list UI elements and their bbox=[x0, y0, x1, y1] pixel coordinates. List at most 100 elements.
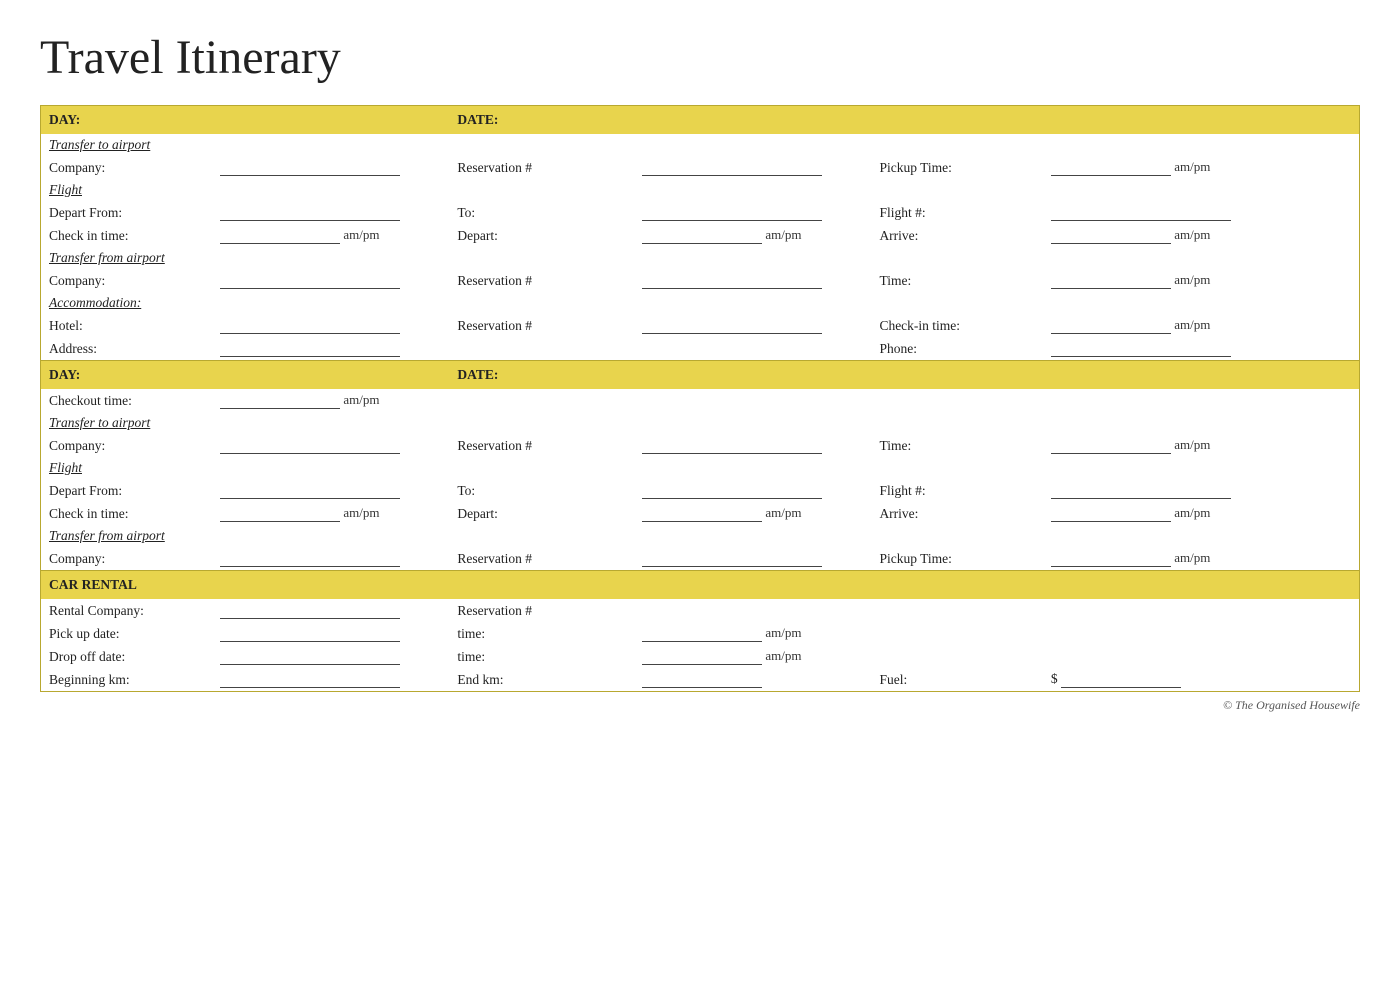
company-label-2: Company: bbox=[41, 434, 212, 457]
transfer-from-airport-1-title: Transfer from airport bbox=[41, 247, 1360, 269]
arrive-label-1: Arrive: bbox=[871, 224, 1042, 247]
time-label-1: Time: bbox=[871, 269, 1042, 292]
date-label-2: DATE: bbox=[449, 361, 1359, 390]
check-in-time-field-2[interactable]: am/pm bbox=[212, 502, 449, 525]
transfer-from-airport-1-fields: Company: Reservation # Time: am/pm bbox=[41, 269, 1360, 292]
time-field-1[interactable]: am/pm bbox=[1043, 269, 1360, 292]
depart-field-1[interactable]: am/pm bbox=[634, 224, 871, 247]
company2-label-2: Company: bbox=[41, 547, 212, 571]
reservation-field-2[interactable] bbox=[634, 434, 871, 457]
transfer-airport-1-title: Transfer to airport bbox=[41, 134, 1360, 156]
depart-label-2: Depart: bbox=[449, 502, 634, 525]
depart-field-2[interactable]: am/pm bbox=[634, 502, 871, 525]
to-label-2: To: bbox=[449, 479, 634, 502]
depart-label-1: Depart: bbox=[449, 224, 634, 247]
car-rental-label: CAR RENTAL bbox=[41, 571, 1360, 600]
depart-from-label-1: Depart From: bbox=[41, 201, 212, 224]
transfer-from-airport-2-fields: Company: Reservation # Pickup Time: am/p… bbox=[41, 547, 1360, 571]
page-title: Travel Itinerary bbox=[40, 30, 1360, 85]
flight-1-row1: Depart From: To: Flight #: bbox=[41, 201, 1360, 224]
checkout-time-label: Checkout time: bbox=[41, 389, 212, 412]
checkin-time-label: Check-in time: bbox=[871, 314, 1042, 337]
dropoff-time-field-car[interactable]: am/pm bbox=[634, 645, 871, 668]
reservation2-label-2: Reservation # bbox=[449, 547, 634, 571]
flight-hash-field-1[interactable] bbox=[1043, 201, 1360, 224]
pickup-time-field-1[interactable]: am/pm bbox=[1043, 156, 1360, 179]
arrive-field-1[interactable]: am/pm bbox=[1043, 224, 1360, 247]
rental-company-field[interactable] bbox=[212, 599, 449, 622]
transfer-to-airport-2: Transfer to airport bbox=[41, 412, 1360, 434]
car-rental-row1: Rental Company: Reservation # bbox=[41, 599, 1360, 622]
to-field-2[interactable] bbox=[634, 479, 871, 502]
phone-field[interactable] bbox=[1043, 337, 1360, 361]
accommodation-title: Accommodation: bbox=[41, 292, 1360, 314]
section3-header: CAR RENTAL bbox=[41, 571, 1360, 600]
check-in-time-field-1[interactable]: am/pm bbox=[212, 224, 449, 247]
beginning-km-field[interactable] bbox=[212, 668, 449, 692]
company-field-2[interactable] bbox=[212, 434, 449, 457]
transfer-from-airport-2-label: Transfer from airport bbox=[41, 525, 1360, 547]
flight-hash-field-2[interactable] bbox=[1043, 479, 1360, 502]
phone-label: Phone: bbox=[871, 337, 1042, 361]
flight-hash-label-2: Flight #: bbox=[871, 479, 1042, 502]
to-field-1[interactable] bbox=[634, 201, 871, 224]
reservation3-label: Reservation # bbox=[449, 314, 634, 337]
transfer-to-airport-1: Transfer to airport bbox=[41, 134, 1360, 156]
company2-field-2[interactable] bbox=[212, 547, 449, 571]
flight-1-title: Flight bbox=[41, 179, 1360, 201]
dropoff-date-field[interactable] bbox=[212, 645, 449, 668]
pickup-time-label-1: Pickup Time: bbox=[871, 156, 1042, 179]
flight-1-row2: Check in time: am/pm Depart: am/pm Arriv… bbox=[41, 224, 1360, 247]
section1-header: DAY: DATE: bbox=[41, 106, 1360, 135]
flight-label-1: Flight bbox=[41, 179, 1360, 201]
dropoff-time-label-car: time: bbox=[449, 645, 634, 668]
company2-field-1[interactable] bbox=[212, 269, 449, 292]
pickup-time-field-2[interactable]: am/pm bbox=[1043, 547, 1360, 571]
pickup-time-field-car[interactable]: am/pm bbox=[634, 622, 871, 645]
address-field[interactable] bbox=[212, 337, 449, 361]
reservation-label-2: Reservation # bbox=[449, 434, 634, 457]
end-km-label: End km: bbox=[449, 668, 634, 692]
reservation2-field-2[interactable] bbox=[634, 547, 871, 571]
reservation-field-1[interactable] bbox=[634, 156, 871, 179]
copyright: © The Organised Housewife bbox=[40, 692, 1360, 713]
time-field-2[interactable]: am/pm bbox=[1043, 434, 1360, 457]
checkin-time-field[interactable]: am/pm bbox=[1043, 314, 1360, 337]
checkout-time-field[interactable]: am/pm bbox=[212, 389, 449, 412]
transfer-airport-2-title: Transfer to airport bbox=[41, 412, 1360, 434]
fuel-field[interactable]: $ bbox=[1043, 668, 1360, 692]
pickup-date-field[interactable] bbox=[212, 622, 449, 645]
flight-hash-label-1: Flight #: bbox=[871, 201, 1042, 224]
day-label-1: DAY: bbox=[41, 106, 450, 135]
rental-company-label: Rental Company: bbox=[41, 599, 212, 622]
check-in-time-label-2: Check in time: bbox=[41, 502, 212, 525]
flight-2-title: Flight bbox=[41, 457, 1360, 479]
time-label-2: Time: bbox=[871, 434, 1042, 457]
depart-from-field-1[interactable] bbox=[212, 201, 449, 224]
pickup-time-label-2: Pickup Time: bbox=[871, 547, 1042, 571]
depart-from-field-2[interactable] bbox=[212, 479, 449, 502]
accommodation-row1: Hotel: Reservation # Check-in time: am/p… bbox=[41, 314, 1360, 337]
reservation2-label-1: Reservation # bbox=[449, 269, 634, 292]
reservation3-field[interactable] bbox=[634, 314, 871, 337]
beginning-km-label: Beginning km: bbox=[41, 668, 212, 692]
address-label: Address: bbox=[41, 337, 212, 361]
pickup-date-label: Pick up date: bbox=[41, 622, 212, 645]
dropoff-date-label: Drop off date: bbox=[41, 645, 212, 668]
arrive-label-2: Arrive: bbox=[871, 502, 1042, 525]
hotel-field[interactable] bbox=[212, 314, 449, 337]
day-label-2: DAY: bbox=[41, 361, 450, 390]
arrive-field-2[interactable]: am/pm bbox=[1043, 502, 1360, 525]
pickup-time-label-car: time: bbox=[449, 622, 634, 645]
reservation-car-label: Reservation # bbox=[449, 599, 634, 622]
checkout-row: Checkout time: am/pm bbox=[41, 389, 1360, 412]
reservation2-field-1[interactable] bbox=[634, 269, 871, 292]
flight-label-2: Flight bbox=[41, 457, 1360, 479]
company-field-1[interactable] bbox=[212, 156, 449, 179]
transfer-from-airport-1-label: Transfer from airport bbox=[41, 247, 1360, 269]
car-rental-row2: Pick up date: time: am/pm bbox=[41, 622, 1360, 645]
accommodation-row2: Address: Phone: bbox=[41, 337, 1360, 361]
car-rental-row3: Drop off date: time: am/pm bbox=[41, 645, 1360, 668]
flight-2-row2: Check in time: am/pm Depart: am/pm Arriv… bbox=[41, 502, 1360, 525]
end-km-field[interactable] bbox=[634, 668, 871, 692]
